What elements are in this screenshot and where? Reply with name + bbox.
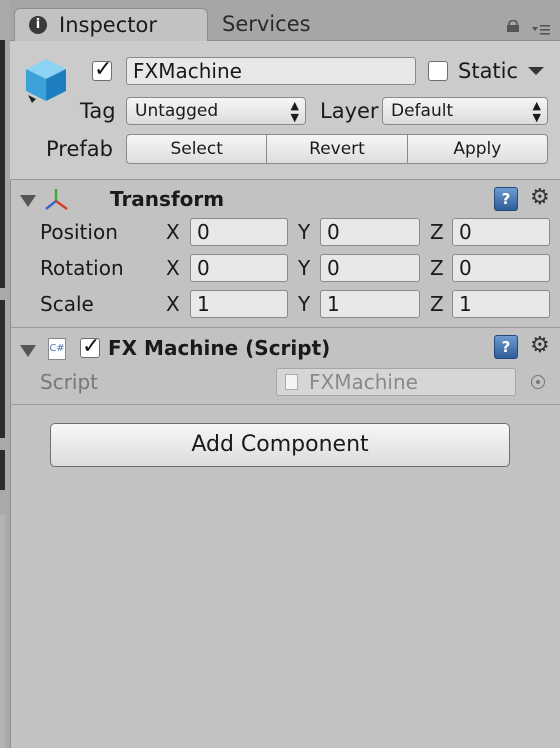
checkmark-icon: ✓: [82, 334, 101, 359]
rotation-y-field[interactable]: 0: [320, 254, 420, 282]
axis-y-label: Y: [298, 256, 311, 280]
prefab-apply-button[interactable]: Apply: [408, 135, 547, 163]
position-x-field[interactable]: 0: [190, 218, 288, 246]
csharp-script-icon: C#: [48, 338, 66, 360]
window-edge-bar: [0, 300, 5, 438]
prefab-label: Prefab: [46, 137, 113, 161]
window-edge-bar: [0, 515, 5, 748]
gear-icon[interactable]: ⚙: [530, 186, 550, 210]
layer-label: Layer: [320, 99, 379, 123]
tab-bar: i Inspector Services: [10, 0, 560, 42]
component-divider: [10, 404, 560, 405]
help-icon[interactable]: ?: [494, 335, 518, 359]
dropdown-arrows-icon: ▲ ▼: [532, 99, 541, 124]
foldout-arrow-icon[interactable]: [20, 195, 36, 207]
tab-services[interactable]: Services: [222, 8, 311, 40]
script-file-icon: [285, 374, 298, 390]
position-label: Position: [40, 220, 118, 244]
layer-dropdown[interactable]: Default ▲ ▼: [382, 97, 548, 125]
tab-menu-icon[interactable]: [532, 24, 550, 36]
axis-x-label: X: [166, 256, 180, 280]
script-reference-value: FXMachine: [309, 370, 418, 394]
scale-y-field[interactable]: 1: [320, 290, 420, 318]
object-name-field[interactable]: FXMachine: [126, 57, 416, 85]
scale-row: Scale X 1 Y 1 Z 1: [10, 288, 560, 320]
transform-component: Transform ? ⚙ Position X 0 Y 0 Z 0 Rotat…: [10, 183, 560, 326]
axis-z-label: Z: [430, 292, 444, 316]
static-checkbox[interactable]: [428, 61, 448, 81]
axis-z-label: Z: [430, 256, 444, 280]
script-field-label: Script: [40, 370, 99, 394]
script-reference-field: FXMachine: [276, 368, 516, 396]
foldout-arrow-icon[interactable]: [20, 345, 36, 357]
prefab-select-button[interactable]: Select: [127, 135, 268, 163]
component-divider: [10, 327, 560, 328]
tag-label: Tag: [80, 99, 116, 123]
script-enabled-checkbox[interactable]: ✓: [80, 334, 100, 359]
window-edge-bar: [0, 450, 5, 490]
window-edge-bar: [0, 40, 5, 288]
game-object-cube-icon: [26, 59, 66, 103]
axis-x-label: X: [166, 292, 180, 316]
scale-label: Scale: [40, 292, 94, 316]
info-icon: i: [29, 16, 47, 34]
transform-header[interactable]: Transform ? ⚙: [10, 183, 560, 215]
script-component-header[interactable]: C# ✓ FX Machine (Script) ? ⚙: [10, 333, 560, 365]
layer-dropdown-value: Default: [391, 101, 454, 121]
transform-title: Transform: [110, 187, 225, 211]
static-dropdown-arrow-icon[interactable]: [528, 67, 544, 75]
rotation-label: Rotation: [40, 256, 124, 280]
tag-dropdown-value: Untagged: [135, 101, 219, 121]
fx-machine-script-component: C# ✓ FX Machine (Script) ? ⚙ Script FXMa…: [10, 333, 560, 403]
position-z-field[interactable]: 0: [452, 218, 550, 246]
script-component-title: FX Machine (Script): [108, 336, 331, 360]
help-icon[interactable]: ?: [494, 187, 518, 211]
prefab-button-group: Select Revert Apply: [126, 134, 548, 164]
dropdown-arrows-icon: ▲ ▼: [290, 99, 299, 124]
transform-axes-icon: [45, 189, 68, 210]
axis-x-label: X: [166, 220, 180, 244]
scale-z-field[interactable]: 1: [452, 290, 550, 318]
axis-y-label: Y: [298, 292, 311, 316]
rotation-row: Rotation X 0 Y 0 Z 0: [10, 252, 560, 284]
tab-inspector-label: Inspector: [59, 13, 157, 37]
rotation-z-field[interactable]: 0: [452, 254, 550, 282]
position-y-field[interactable]: 0: [320, 218, 420, 246]
tag-dropdown[interactable]: Untagged ▲ ▼: [126, 97, 306, 125]
tab-inspector[interactable]: i Inspector: [14, 8, 208, 42]
axis-z-label: Z: [430, 220, 444, 244]
checkmark-icon: ✓: [94, 57, 113, 82]
active-checkbox[interactable]: ✓: [92, 57, 112, 82]
gear-icon[interactable]: ⚙: [530, 334, 550, 358]
add-component-button[interactable]: Add Component: [50, 423, 510, 467]
axis-y-label: Y: [298, 220, 311, 244]
game-object-header: ✓ FXMachine Static Tag Untagged ▲ ▼ Layer…: [10, 41, 560, 180]
object-picker-icon: [531, 375, 545, 389]
position-row: Position X 0 Y 0 Z 0: [10, 216, 560, 248]
rotation-x-field[interactable]: 0: [190, 254, 288, 282]
scale-x-field[interactable]: 1: [190, 290, 288, 318]
prefab-revert-button[interactable]: Revert: [267, 135, 408, 163]
lock-icon[interactable]: [506, 20, 520, 32]
static-label: Static: [458, 59, 519, 83]
